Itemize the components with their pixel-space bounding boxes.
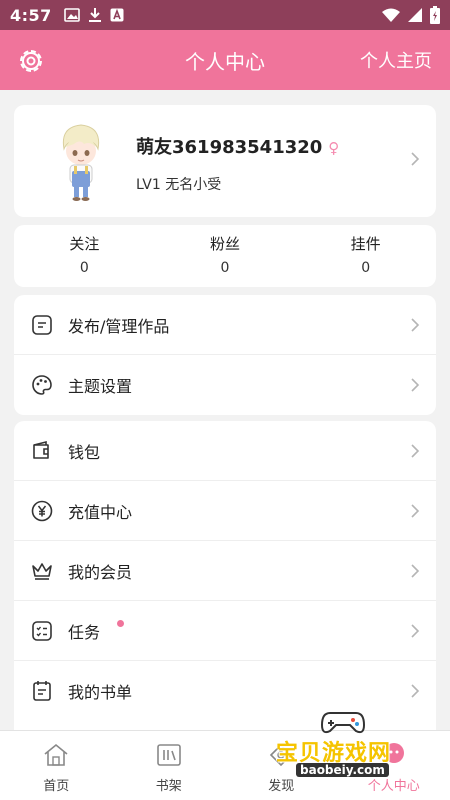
battery-icon <box>430 6 440 24</box>
nav-item-bookshelf[interactable]: 书架 <box>113 731 226 800</box>
status-bar: 4:57 <box>0 0 450 30</box>
stat-pendants[interactable]: 挂件 0 <box>295 225 436 287</box>
chevron-right-icon <box>411 152 420 166</box>
signal-icon <box>408 8 422 22</box>
profile-card[interactable] <box>14 105 436 217</box>
task-icon <box>32 621 52 641</box>
stat-label: 挂件 <box>350 235 381 253</box>
font-a-icon <box>110 8 124 22</box>
yen-coin-icon <box>31 500 53 522</box>
chevron-right-icon <box>411 624 420 638</box>
download-icon <box>88 8 101 22</box>
stat-label: 粉丝 <box>210 235 241 253</box>
notification-dot <box>117 620 124 627</box>
palette-icon <box>32 375 52 395</box>
menu-label: 充值中心 <box>68 502 133 522</box>
user-level: LV1 无名小受 <box>136 177 222 193</box>
nav-item-home[interactable]: 首页 <box>0 731 113 800</box>
nav-label: 书架 <box>155 779 182 794</box>
menu-label: 我的会员 <box>68 562 133 582</box>
chevron-right-icon <box>411 378 420 392</box>
image-icon <box>63 8 80 22</box>
stat-fans[interactable]: 粉丝 0 <box>155 225 296 287</box>
nav-label: 首页 <box>43 779 70 794</box>
menu-label: 任务 <box>68 622 101 642</box>
bookshelf-icon <box>156 744 181 766</box>
watermark-url: baobeiy.com <box>296 763 389 777</box>
chevron-right-icon <box>411 318 420 332</box>
home-icon <box>44 743 68 766</box>
crown-icon <box>32 563 52 580</box>
menu-item-theme-settings[interactable]: 主题设置 <box>14 355 436 415</box>
wifi-icon <box>382 8 400 22</box>
avatar[interactable] <box>54 119 108 203</box>
menu-label: 我的书单 <box>68 683 133 702</box>
user-nickname: 萌友361983541320 ♀ <box>136 133 339 159</box>
personal-homepage-link[interactable]: 个人主页 <box>360 47 432 73</box>
menu-label: 发布/管理作品 <box>68 316 170 336</box>
chevron-right-icon <box>411 444 420 458</box>
booklist-icon <box>33 681 51 701</box>
menu-item-wallet[interactable]: 钱包 <box>14 421 436 481</box>
edit-doc-icon <box>32 315 52 335</box>
menu-item-tasks[interactable]: 任务 <box>14 601 436 661</box>
stat-count: 0 <box>361 260 371 276</box>
menu-group-works: 发布/管理作品 主题设置 <box>14 295 436 415</box>
stat-count: 0 <box>220 260 230 276</box>
menu-item-recharge-center[interactable]: 充值中心 <box>14 481 436 541</box>
menu-label: 钱包 <box>68 442 101 462</box>
menu-item-publish-works[interactable]: 发布/管理作品 <box>14 295 436 355</box>
wallet-icon <box>33 440 49 459</box>
chevron-right-icon <box>411 684 420 698</box>
settings-gear-icon[interactable] <box>15 45 47 77</box>
nickname-text: 萌友361983541320 <box>136 137 323 158</box>
stat-label: 关注 <box>69 235 100 253</box>
chevron-right-icon <box>411 504 420 518</box>
gender-female-icon: ♀ <box>328 139 340 157</box>
app-header: 个人中心 个人主页 <box>0 30 450 90</box>
stats-card: 关注 0 粉丝 0 挂件 0 <box>14 225 436 287</box>
menu-label: 主题设置 <box>68 377 133 396</box>
chevron-right-icon <box>411 564 420 578</box>
menu-group-account: 钱包 充值中心 我的会员 任务 我的书单 <box>14 421 436 751</box>
gamepad-icon <box>320 712 366 734</box>
menu-item-my-membership[interactable]: 我的会员 <box>14 541 436 601</box>
stat-following[interactable]: 关注 0 <box>14 225 155 287</box>
status-time: 4:57 <box>10 5 52 25</box>
stat-count: 0 <box>79 260 89 276</box>
watermark: 宝贝游戏网 baobeiy.com <box>270 705 420 785</box>
